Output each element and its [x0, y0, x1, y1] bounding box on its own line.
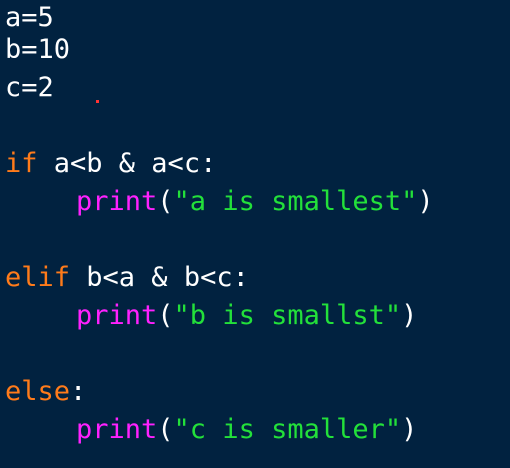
else-colon: :: [70, 376, 87, 407]
code-editor[interactable]: a=5 b=10 c=2 if a<b & a<c: print("a is s…: [0, 0, 510, 468]
assign-a: a=5: [5, 2, 54, 33]
code-line-if: if a<b & a<c:: [5, 145, 216, 183]
code-line-print-2: print("b is smallst"): [5, 297, 417, 335]
string-literal: "a is smallest": [173, 186, 418, 217]
code-line-print-3: print("c is smaller"): [5, 411, 417, 449]
code-line-elif: elif b<a & b<c:: [5, 259, 249, 297]
open-paren: (: [157, 414, 174, 445]
string-literal: "b is smallst": [173, 300, 402, 331]
code-line-2: b=10: [5, 31, 70, 69]
string-literal: "c is smaller": [173, 414, 402, 445]
print-function: print: [76, 186, 158, 217]
else-keyword: else: [5, 376, 71, 407]
print-function: print: [76, 300, 158, 331]
code-line-3: c=2: [5, 69, 54, 107]
close-paren: ): [401, 300, 418, 331]
open-paren: (: [157, 300, 174, 331]
code-line-else: else:: [5, 373, 86, 411]
red-dot-marker: [96, 100, 99, 103]
if-keyword: if: [5, 148, 38, 179]
code-line-print-1: print("a is smallest"): [5, 183, 434, 221]
if-condition: a<b & a<c:: [37, 148, 217, 179]
close-paren: ): [401, 414, 418, 445]
elif-keyword: elif: [5, 262, 71, 293]
elif-condition: b<a & b<c:: [70, 262, 249, 293]
assign-b: b=10: [5, 34, 71, 65]
print-function: print: [76, 414, 158, 445]
assign-c: c=2: [5, 72, 54, 103]
open-paren: (: [157, 186, 174, 217]
close-paren: ): [417, 186, 434, 217]
